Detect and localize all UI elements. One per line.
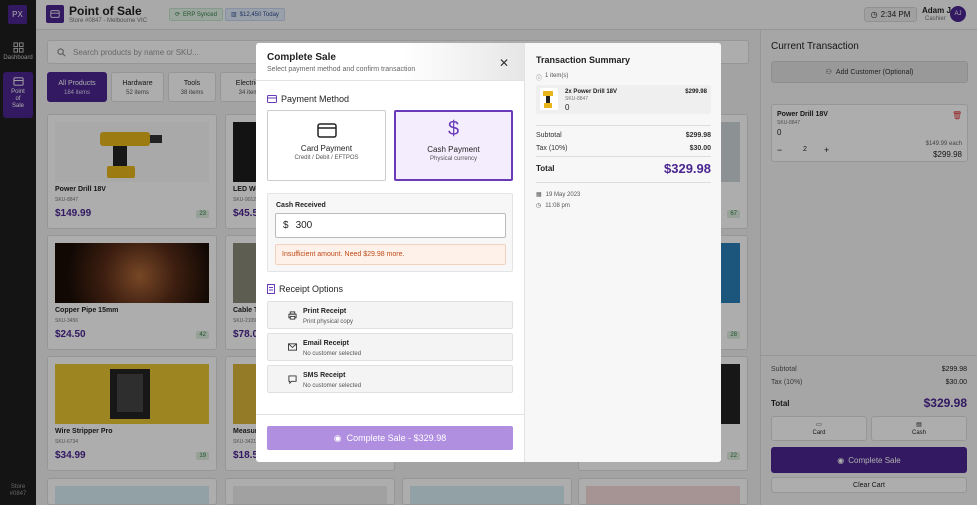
receipt-option-title: SMS Receipt [303, 372, 346, 379]
currency-symbol: $ [283, 220, 289, 231]
modal-complete-sale-button[interactable]: ◉ Complete Sale - $329.98 [267, 426, 513, 450]
receipt-option-subtitle: No customer selected [303, 351, 362, 357]
sms-receipt-option[interactable]: SMS Receipt No customer selected [267, 365, 513, 393]
cash-received-label: Cash Received [276, 202, 326, 209]
summary-title: Transaction Summary [536, 55, 631, 65]
cash-payment-title: Cash Payment [427, 145, 480, 154]
receipt-icon [267, 284, 275, 294]
card-payment-option[interactable]: Card Payment Credit / Debit / EFTPOS [267, 110, 386, 181]
cash-received-section: Cash Received $300 Insufficient amount. … [267, 193, 513, 272]
envelope-icon [288, 343, 297, 351]
clock-icon: ◷ [536, 203, 542, 209]
summary-line-item: 2x Power Drill 18V SKU-8847 0 $299.98 [536, 85, 711, 114]
summary-subtotal-row: Subtotal $299.98 [536, 132, 711, 139]
info-icon: ⓘ [536, 76, 543, 82]
summary-subtotal-label: Subtotal [536, 132, 562, 139]
calendar-icon: ▦ [536, 192, 542, 198]
divider [536, 182, 711, 183]
summary-item-name: 2x Power Drill 18V [565, 89, 618, 95]
summary-tax-value: $30.00 [689, 145, 711, 152]
dollar-icon: $ [447, 118, 460, 140]
summary-tax-label: Tax (10%) [536, 145, 568, 152]
divider [536, 125, 711, 126]
divider [536, 156, 711, 157]
card-payment-title: Card Payment [300, 144, 353, 153]
cash-payment-subtitle: Physical currency [429, 156, 477, 162]
receipt-options-label: Receipt Options [279, 284, 344, 294]
transaction-date-value: 19 May 2023 [545, 191, 581, 198]
cash-received-value: 300 [295, 220, 313, 231]
check-circle-icon: ◉ [333, 432, 342, 443]
message-icon [288, 375, 297, 384]
modal-subtitle: Select payment method and confirm transa… [267, 66, 416, 73]
transaction-time-value: 11:08 pm [545, 202, 570, 209]
summary-total-row: Total $329.98 [536, 161, 711, 176]
payment-method-heading: Payment Method [267, 94, 349, 104]
summary-item-sku: SKU-8847 [565, 96, 589, 102]
cash-payment-option[interactable]: $ Cash Payment Physical currency [394, 110, 513, 181]
card-icon [267, 95, 277, 103]
receipt-options-heading: Receipt Options [267, 284, 343, 294]
close-icon[interactable]: ✕ [499, 56, 509, 70]
receipt-option-subtitle: No customer selected [303, 383, 362, 389]
insufficient-amount-error: Insufficient amount. Need $29.98 more. [275, 244, 506, 265]
printer-icon [288, 311, 297, 320]
complete-sale-dialog: Complete Sale Select payment method and … [256, 43, 721, 462]
modal-complete-sale-label: Complete Sale - $329.98 [346, 433, 447, 443]
transaction-summary-panel: Transaction Summary ⓘ 1 item(s) 2x Power … [524, 43, 721, 462]
credit-card-icon [316, 123, 337, 138]
transaction-time: ◷ 11:08 pm [536, 202, 570, 210]
modal-title: Complete Sale [267, 52, 336, 63]
summary-total-label: Total [536, 164, 555, 173]
receipt-option-title: Print Receipt [303, 308, 347, 315]
summary-tax-row: Tax (10%) $30.00 [536, 145, 711, 152]
transaction-date: ▦ 19 May 2023 [536, 191, 581, 199]
print-receipt-option[interactable]: Print Receipt Print physical copy [267, 301, 513, 329]
card-payment-subtitle: Credit / Debit / EFTPOS [294, 155, 359, 161]
payment-method-label: Payment Method [281, 94, 350, 104]
item-count: ⓘ 1 item(s) [536, 73, 568, 82]
receipt-option-title: Email Receipt [303, 340, 349, 347]
item-count-label: 1 item(s) [545, 73, 569, 79]
summary-total-value: $329.98 [664, 161, 711, 176]
email-receipt-option[interactable]: Email Receipt No customer selected [267, 333, 513, 361]
cash-received-input[interactable]: $300 [275, 213, 506, 238]
summary-item-price: $299.98 [685, 89, 707, 95]
power-drill-thumbnail [540, 88, 558, 110]
summary-subtotal-value: $299.98 [685, 132, 711, 139]
receipt-option-subtitle: Print physical copy [303, 319, 354, 325]
summary-item-zero: 0 [565, 103, 570, 112]
